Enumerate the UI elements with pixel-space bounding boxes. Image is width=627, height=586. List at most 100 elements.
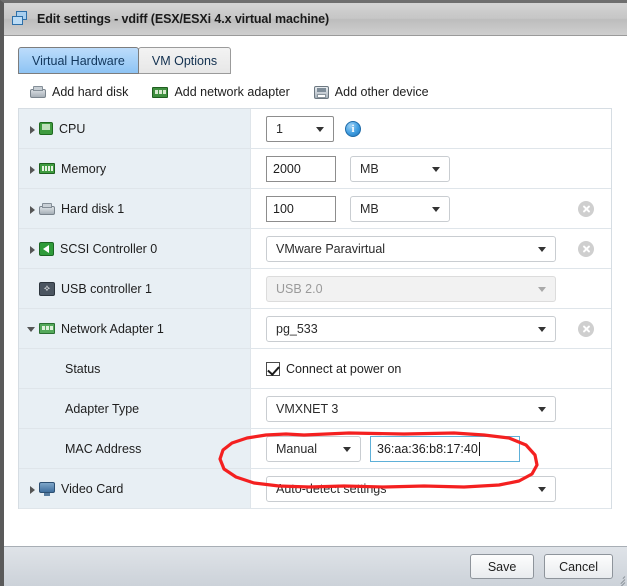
- hard-disk-icon: [39, 202, 55, 215]
- save-button[interactable]: Save: [470, 554, 535, 579]
- scsi-controller-type-select[interactable]: VMware Paravirtual: [266, 235, 556, 262]
- cpu-count-value: 1: [276, 121, 283, 136]
- network-adapter-portgroup-value: pg_533: [276, 321, 318, 336]
- window-titlebar: Edit settings - vdiff (ESX/ESXi 4.x virt…: [4, 3, 627, 36]
- connect-at-power-on-checkbox[interactable]: [266, 361, 280, 376]
- text-cursor: [478, 441, 480, 456]
- connect-at-power-on-row: Connect at power on: [266, 361, 402, 376]
- row-control-cell-scsi-controller-0: VMware Paravirtual: [251, 229, 611, 268]
- mac-address-value: 36:aa:36:b8:17:40: [377, 441, 478, 456]
- table-row-memory: Memory 2000 MB: [19, 149, 611, 189]
- windows-cascade-icon: [12, 11, 30, 27]
- hard-disk-size-input[interactable]: 100: [266, 195, 336, 222]
- remove-scsi-controller-0-icon[interactable]: [578, 240, 594, 257]
- tab-bar: Virtual Hardware VM Options: [18, 47, 232, 74]
- chevron-down-icon: [343, 446, 351, 452]
- dialog-footer: Save Cancel: [4, 546, 627, 586]
- row-control-cell-usb-controller-1: USB 2.0: [251, 269, 611, 308]
- other-device-icon: [313, 85, 329, 99]
- table-row-video-card: Video Card Auto-detect settings: [19, 469, 611, 509]
- chevron-down-icon: [538, 406, 546, 412]
- row-label-usb-controller-1: USB controller 1: [61, 281, 153, 296]
- tab-virtual-hardware-label: Virtual Hardware: [32, 53, 125, 68]
- row-label-cell-usb-controller-1: USB controller 1: [19, 269, 251, 308]
- chevron-down-icon: [432, 166, 440, 172]
- dialog-body: Virtual Hardware VM Options Add hard dis…: [4, 36, 627, 546]
- remove-network-adapter-1-icon[interactable]: [578, 320, 594, 337]
- cancel-button[interactable]: Cancel: [544, 554, 613, 579]
- usb-controller-version-select: USB 2.0: [266, 275, 556, 302]
- network-adapter-portgroup-select[interactable]: pg_533: [266, 315, 556, 342]
- memory-icon: [39, 163, 55, 174]
- add-network-adapter-button[interactable]: Add network adapter: [152, 85, 290, 99]
- row-label-mac-address: MAC Address: [65, 441, 142, 456]
- hard-disk-icon: [30, 86, 46, 98]
- remove-hard-disk-1-icon[interactable]: [578, 200, 594, 217]
- window-title: Edit settings - vdiff (ESX/ESXi 4.x virt…: [37, 12, 330, 26]
- network-adapter-icon: [152, 86, 169, 98]
- hard-disk-unit-value: MB: [360, 201, 379, 216]
- video-card-icon: [39, 481, 55, 496]
- row-control-cell-mac-address: Manual 36:aa:36:b8:17:40: [251, 429, 611, 468]
- row-control-cell-memory: 2000 MB: [251, 149, 611, 188]
- network-adapter-icon: [39, 323, 55, 334]
- row-control-cell-network-adapter-1: pg_533: [251, 309, 611, 348]
- row-label-adapter-type: Adapter Type: [65, 401, 140, 416]
- mac-address-mode-select[interactable]: Manual: [266, 435, 361, 462]
- table-row-mac-address: MAC Address Manual 36:aa:36:b8:17:40: [19, 429, 611, 469]
- row-label-memory: Memory: [61, 161, 107, 176]
- mac-address-input[interactable]: 36:aa:36:b8:17:40: [370, 435, 520, 462]
- add-hard-disk-button[interactable]: Add hard disk: [30, 85, 128, 99]
- memory-unit-select[interactable]: MB: [350, 155, 450, 182]
- memory-size-input[interactable]: 2000: [266, 155, 336, 182]
- tab-virtual-hardware[interactable]: Virtual Hardware: [18, 47, 139, 74]
- chevron-down-icon: [538, 246, 546, 252]
- device-toolbar: Add hard disk Add network adapter Add ot…: [30, 85, 453, 99]
- tab-vm-options-label: VM Options: [151, 53, 218, 68]
- row-control-cell-hard-disk-1: 100 MB: [251, 189, 611, 228]
- cpu-icon: [39, 122, 53, 135]
- add-hard-disk-label: Add hard disk: [52, 85, 129, 99]
- row-label-status: Status: [65, 361, 101, 376]
- chevron-down-icon: [316, 126, 324, 132]
- row-label-cell-video-card: Video Card: [19, 469, 251, 508]
- memory-unit-value: MB: [360, 161, 379, 176]
- row-control-cell-status: Connect at power on: [251, 349, 611, 388]
- info-icon[interactable]: i: [345, 120, 361, 137]
- tab-vm-options[interactable]: VM Options: [137, 47, 232, 74]
- cancel-button-label: Cancel: [559, 559, 598, 574]
- row-label-cell-status: Status: [19, 349, 251, 388]
- row-label-scsi-controller-0: SCSI Controller 0: [60, 241, 158, 256]
- save-button-label: Save: [487, 559, 517, 574]
- chevron-down-icon: [538, 286, 546, 292]
- row-control-cell-cpu: 1 i: [251, 109, 611, 148]
- chevron-down-icon: [538, 486, 546, 492]
- usb-controller-icon: [39, 281, 55, 296]
- hard-disk-unit-select[interactable]: MB: [350, 195, 450, 222]
- memory-size-value: 2000: [273, 161, 301, 176]
- table-row-cpu: CPU 1 i: [19, 109, 611, 149]
- cpu-count-select[interactable]: 1: [266, 115, 334, 142]
- table-row-usb-controller-1: USB controller 1 USB 2.0: [19, 269, 611, 309]
- row-label-cell-mac-address: MAC Address: [19, 429, 251, 468]
- row-label-cpu: CPU: [59, 121, 86, 136]
- add-other-device-button[interactable]: Add other device: [313, 85, 429, 99]
- table-row-adapter-type: Adapter Type VMXNET 3: [19, 389, 611, 429]
- row-label-cell-cpu: CPU: [19, 109, 251, 148]
- connect-at-power-on-label: Connect at power on: [286, 361, 402, 376]
- row-label-cell-hard-disk-1: Hard disk 1: [19, 189, 251, 228]
- scsi-controller-type-value: VMware Paravirtual: [276, 241, 386, 256]
- resize-grip-icon[interactable]: [614, 574, 626, 586]
- row-control-cell-adapter-type: VMXNET 3: [251, 389, 611, 428]
- hard-disk-size-value: 100: [273, 201, 294, 216]
- table-row-network-adapter-1: Network Adapter 1 pg_533: [19, 309, 611, 349]
- video-card-settings-value: Auto-detect settings: [276, 481, 387, 496]
- row-label-cell-scsi-controller-0: SCSI Controller 0: [19, 229, 251, 268]
- adapter-type-select[interactable]: VMXNET 3: [266, 395, 556, 422]
- adapter-type-value: VMXNET 3: [276, 401, 339, 416]
- video-card-settings-select[interactable]: Auto-detect settings: [266, 475, 556, 502]
- usb-controller-version-value: USB 2.0: [276, 281, 323, 296]
- row-control-cell-video-card: Auto-detect settings: [251, 469, 611, 508]
- row-label-video-card: Video Card: [61, 481, 124, 496]
- row-label-cell-network-adapter-1: Network Adapter 1: [19, 309, 251, 348]
